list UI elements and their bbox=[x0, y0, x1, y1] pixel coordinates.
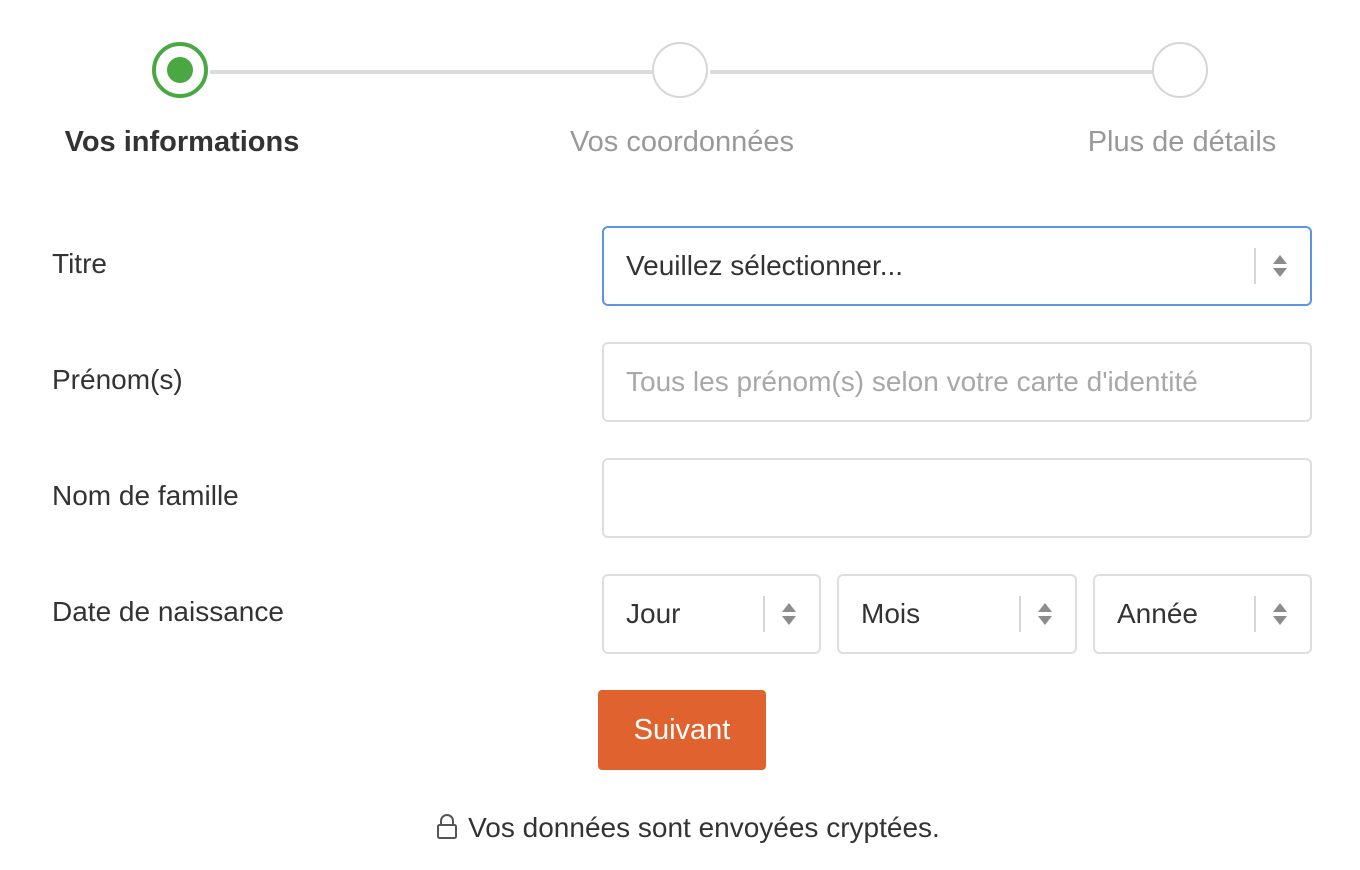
titre-select-value: Veuillez sélectionner... bbox=[626, 250, 904, 281]
titre-label: Titre bbox=[52, 248, 107, 279]
step-3-indicator bbox=[1152, 42, 1208, 98]
select-divider bbox=[1019, 596, 1021, 632]
naissance-label: Date de naissance bbox=[52, 596, 284, 627]
mois-select-value: Mois bbox=[861, 598, 921, 629]
progress-stepper: Vos informations Vos coordonnées Plus de… bbox=[0, 0, 1360, 180]
select-arrows-icon bbox=[1035, 603, 1055, 625]
prenom-label: Prénom(s) bbox=[52, 364, 183, 395]
step-2-label: Vos coordonnées bbox=[569, 126, 795, 158]
step-1-label: Vos informations bbox=[64, 126, 300, 158]
annee-select-value: Année bbox=[1117, 598, 1198, 629]
lock-icon bbox=[436, 814, 458, 847]
nom-label: Nom de famille bbox=[52, 480, 239, 511]
step-2-indicator bbox=[652, 42, 708, 98]
step-3-label: Plus de détails bbox=[1087, 126, 1277, 158]
secure-notice-text: Vos données sont envoyées cryptées. bbox=[468, 812, 940, 843]
stepper-line-1 bbox=[210, 70, 654, 74]
select-arrows-icon bbox=[779, 603, 799, 625]
jour-select[interactable]: Jour bbox=[602, 574, 821, 654]
titre-select[interactable]: Veuillez sélectionner... bbox=[602, 226, 1312, 306]
secure-notice: Vos données sont envoyées cryptées. bbox=[0, 812, 1360, 847]
select-divider bbox=[763, 596, 765, 632]
step-1-dot bbox=[167, 57, 193, 83]
select-arrows-icon bbox=[1270, 603, 1290, 625]
step-1-indicator bbox=[152, 42, 208, 98]
select-arrows-icon bbox=[1270, 255, 1290, 277]
prenom-input[interactable]: Tous les prénom(s) selon votre carte d'i… bbox=[602, 342, 1312, 422]
annee-select[interactable]: Année bbox=[1093, 574, 1312, 654]
select-divider bbox=[1254, 248, 1256, 284]
prenom-placeholder: Tous les prénom(s) selon votre carte d'i… bbox=[626, 366, 1198, 397]
next-button[interactable]: Suivant bbox=[598, 690, 766, 770]
stepper-line-2 bbox=[710, 70, 1154, 74]
jour-select-value: Jour bbox=[626, 598, 681, 629]
nom-input[interactable] bbox=[602, 458, 1312, 538]
mois-select[interactable]: Mois bbox=[837, 574, 1077, 654]
select-divider bbox=[1254, 596, 1256, 632]
